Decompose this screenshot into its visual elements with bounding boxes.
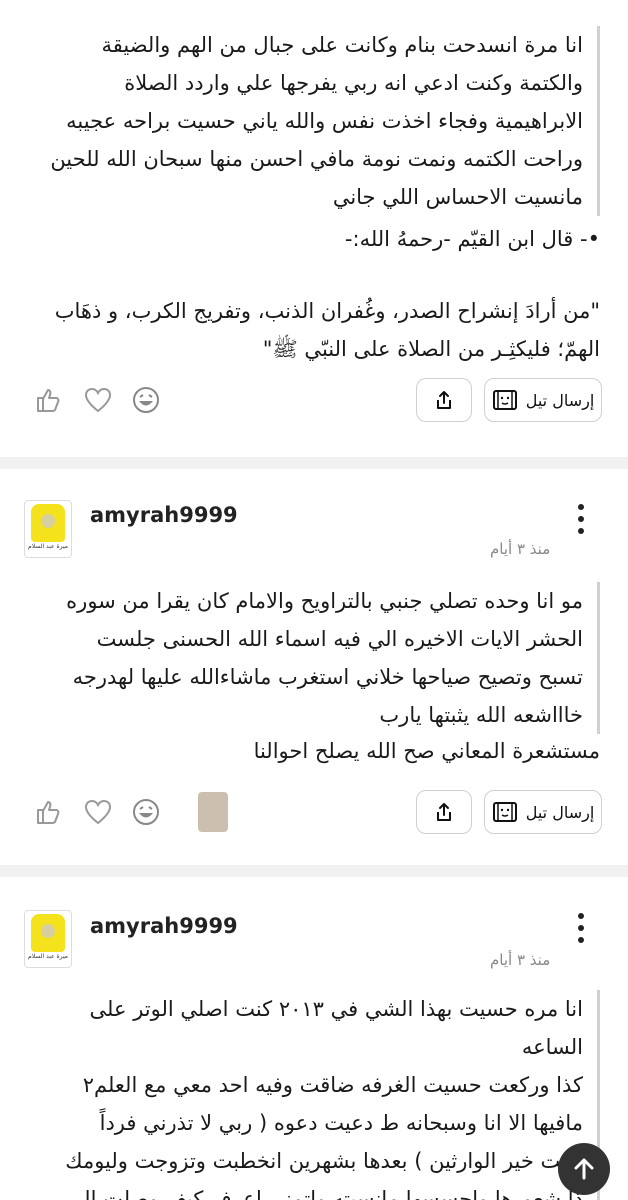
snapcode-image bbox=[31, 914, 65, 952]
post-quote: انا مرة انسدحت بنام وكانت على جبال من ال… bbox=[24, 26, 600, 216]
post-actions: إرسال تيل bbox=[0, 378, 628, 430]
send-tell-label: إرسال تيل bbox=[525, 390, 595, 410]
thumbs-up-icon[interactable] bbox=[26, 378, 70, 422]
post-quote: مو انا وحده تصلي جنبي بالتراويح والامام … bbox=[24, 582, 600, 734]
avatar-caption: ميرة عبد السلام bbox=[28, 953, 68, 960]
post-time: منذ ٣ أيام bbox=[490, 540, 551, 558]
username[interactable]: amyrah9999 bbox=[90, 914, 238, 938]
post-text-hadith: "من أرادَ إنشراح الصدر، وغُفران الذنب، و… bbox=[54, 299, 600, 361]
avatar-caption: ميرة عبد السلام bbox=[28, 543, 68, 550]
share-icon bbox=[437, 391, 451, 409]
avatar[interactable]: ميرة عبد السلام bbox=[24, 500, 72, 558]
heart-icon[interactable] bbox=[76, 378, 120, 422]
share-button[interactable] bbox=[416, 790, 472, 834]
post-divider bbox=[0, 457, 628, 469]
thumbs-up-icon[interactable] bbox=[26, 790, 70, 834]
more-options-icon[interactable] bbox=[566, 908, 596, 948]
username[interactable]: amyrah9999 bbox=[90, 503, 238, 527]
tell-icon bbox=[492, 802, 517, 822]
tell-icon bbox=[492, 390, 517, 410]
post-quote: انا مره حسيت بهذا الشي في ٢٠١٣ كنت اصلي … bbox=[24, 990, 600, 1200]
send-tell-button[interactable]: إرسال تيل bbox=[484, 378, 602, 422]
arrow-up-icon bbox=[574, 1158, 594, 1180]
send-tell-label: إرسال تيل bbox=[525, 802, 595, 822]
more-options-icon[interactable] bbox=[566, 499, 596, 539]
laugh-emoji-icon[interactable] bbox=[124, 378, 168, 422]
snapcode-image bbox=[31, 504, 65, 542]
avatar[interactable]: ميرة عبد السلام bbox=[24, 910, 72, 968]
post-text-line: •- قال ابن القيّم -رحمهُ الله:- bbox=[344, 227, 600, 251]
post-time: منذ ٣ أيام bbox=[490, 951, 551, 969]
post-actions: إرسال تيل bbox=[0, 790, 628, 842]
send-tell-button[interactable]: إرسال تيل bbox=[484, 790, 602, 834]
post-reply-text: مستشعرة المعاني صح الله يصلح احوالنا bbox=[253, 739, 600, 763]
share-icon bbox=[437, 803, 451, 821]
heart-icon[interactable] bbox=[76, 790, 120, 834]
attached-image-thumbnail[interactable] bbox=[198, 792, 228, 832]
scroll-to-top-button[interactable] bbox=[558, 1143, 610, 1195]
post-divider bbox=[0, 865, 628, 877]
laugh-emoji-icon[interactable] bbox=[124, 790, 168, 834]
share-button[interactable] bbox=[416, 378, 472, 422]
